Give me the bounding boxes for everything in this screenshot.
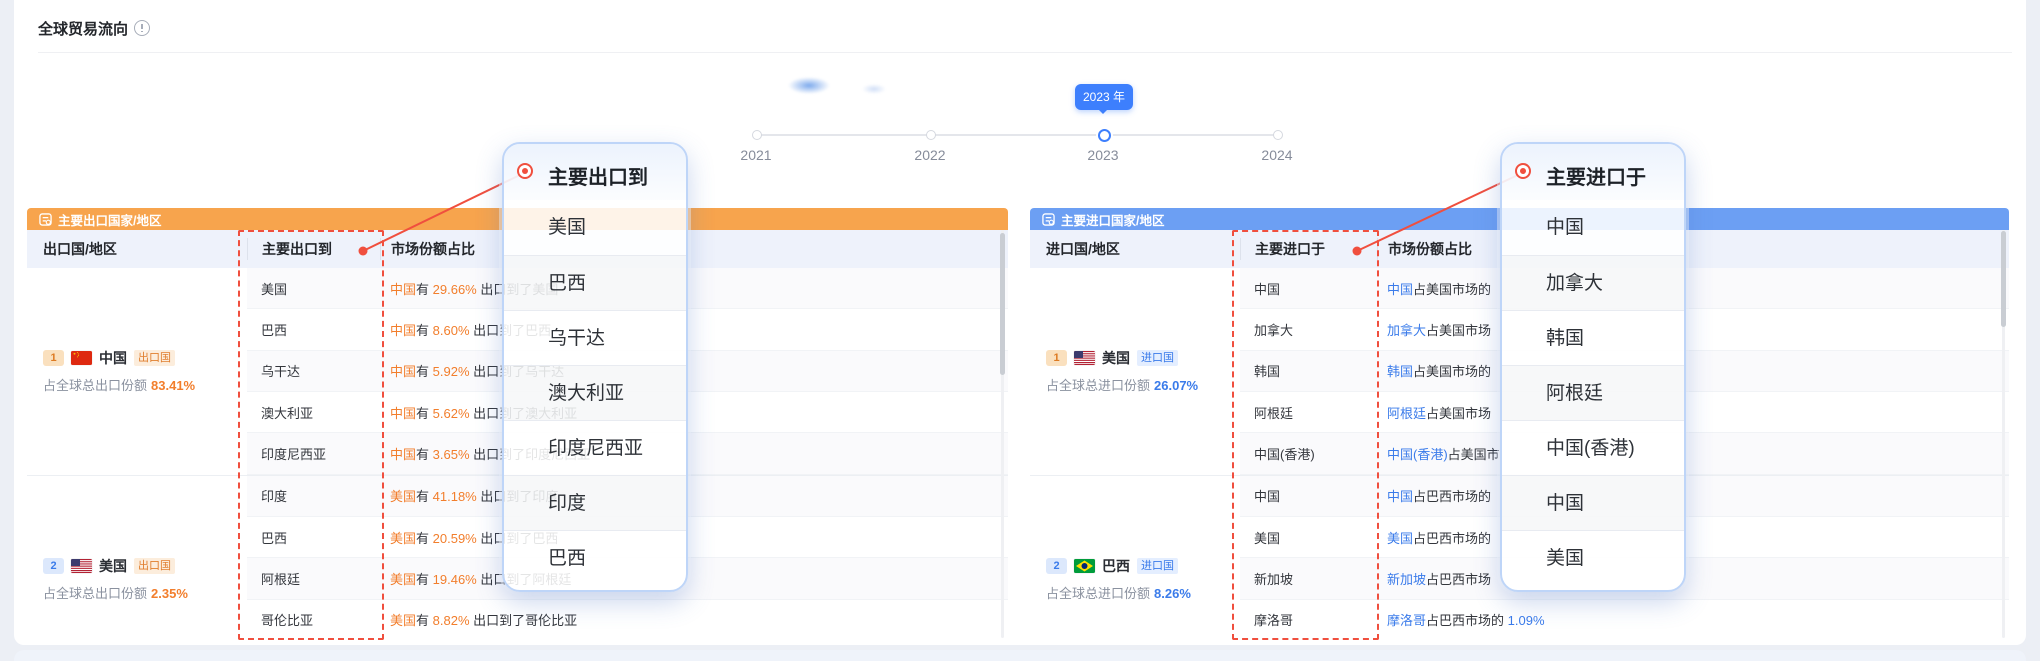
divider bbox=[38, 52, 2012, 53]
popup-item[interactable]: 印度尼西亚 bbox=[504, 420, 686, 475]
page-title: 全球贸易流向 bbox=[38, 18, 150, 39]
year-label[interactable]: 2023 bbox=[1063, 147, 1143, 163]
export-magnifier-popup: 主要出口到 美国 巴西 乌干达 澳大利亚 印度尼西亚 印度 巴西 bbox=[502, 142, 688, 592]
year-slider-dot-2022[interactable] bbox=[926, 130, 936, 140]
col-market-share: 市场份额占比 bbox=[380, 238, 1008, 260]
global-share: 占全球总出口份额83.41% bbox=[43, 375, 247, 394]
popup-item[interactable]: 美国 bbox=[504, 200, 686, 255]
watermark-smudge bbox=[788, 77, 830, 94]
popup-title: 主要进口于 bbox=[1546, 167, 1646, 189]
year-slider-dot-2023[interactable] bbox=[1098, 129, 1111, 142]
popup-item[interactable]: 阿根廷 bbox=[1502, 365, 1684, 420]
target-dot-icon bbox=[517, 163, 533, 179]
flag-us-icon bbox=[71, 559, 92, 573]
year-slider-dot-2024[interactable] bbox=[1273, 130, 1283, 140]
exporter-cell: 2 美国 出口国 占全球总出口份额2.35% bbox=[27, 476, 247, 640]
popup-header: 主要进口于 bbox=[1502, 144, 1684, 200]
export-scrollbar-thumb[interactable] bbox=[1000, 233, 1005, 375]
flag-us-icon bbox=[1074, 351, 1095, 365]
role-badge: 进口国 bbox=[1137, 350, 1178, 366]
popup-item[interactable]: 中国 bbox=[1502, 200, 1684, 255]
page-title-text: 全球贸易流向 bbox=[38, 21, 128, 38]
share-value: 83.41% bbox=[151, 378, 195, 393]
table-list-icon bbox=[39, 213, 52, 226]
import-magnifier-popup: 主要进口于 中国 加拿大 韩国 阿根廷 中国(香港) 中国 美国 bbox=[1500, 142, 1686, 592]
popup-item[interactable]: 巴西 bbox=[504, 530, 686, 585]
rank-badge: 1 bbox=[43, 350, 64, 366]
country-name: 美国 bbox=[1102, 348, 1130, 368]
year-tooltip: 2023 年 bbox=[1075, 84, 1133, 110]
watermark-smudge bbox=[862, 84, 886, 94]
popup-item[interactable]: 印度 bbox=[504, 475, 686, 530]
import-table-title: 主要进口国家/地区 bbox=[1061, 210, 1164, 229]
popup-item[interactable]: 韩国 bbox=[1502, 310, 1684, 365]
country-name: 美国 bbox=[99, 556, 127, 576]
export-column-highlight bbox=[238, 230, 384, 640]
role-badge: 出口国 bbox=[134, 558, 175, 574]
importer-cell: 1 美国 进口国 占全球总进口份额26.07% bbox=[1030, 268, 1240, 475]
global-share: 占全球总出口份额2.35% bbox=[43, 583, 247, 602]
table-list-icon bbox=[1042, 213, 1055, 226]
global-share: 占全球总进口份额26.07% bbox=[1046, 375, 1240, 394]
share-value: 2.35% bbox=[151, 586, 188, 601]
import-scrollbar-thumb[interactable] bbox=[2001, 231, 2006, 327]
share-value: 8.26% bbox=[1154, 586, 1191, 601]
popup-item[interactable]: 中国(香港) bbox=[1502, 420, 1684, 475]
popup-item[interactable]: 乌干达 bbox=[504, 310, 686, 365]
popup-item[interactable]: 中国 bbox=[1502, 475, 1684, 530]
popup-item[interactable]: 澳大利亚 bbox=[504, 365, 686, 420]
importer-cell: 2 巴西 进口国 占全球总进口份额8.26% bbox=[1030, 476, 1240, 640]
col-import-country: 进口国/地区 bbox=[1030, 238, 1240, 260]
popup-title: 主要出口到 bbox=[548, 167, 648, 189]
flag-cn-icon bbox=[71, 351, 92, 365]
role-badge: 出口国 bbox=[134, 350, 175, 366]
export-table-title: 主要出口国家/地区 bbox=[58, 210, 161, 229]
year-tooltip-arrow bbox=[1098, 109, 1108, 119]
country-name: 中国 bbox=[99, 348, 127, 368]
share-value: 26.07% bbox=[1154, 378, 1198, 393]
rank-badge: 2 bbox=[1046, 558, 1067, 574]
year-label[interactable]: 2022 bbox=[890, 147, 970, 163]
info-icon[interactable] bbox=[134, 20, 150, 36]
popup-item[interactable]: 加拿大 bbox=[1502, 255, 1684, 310]
popup-item[interactable]: 巴西 bbox=[504, 255, 686, 310]
global-trade-flow-panel: 全球贸易流向 2021 2022 2023 2024 2023 年 主要出口国家… bbox=[0, 0, 2040, 661]
exporter-cell: 1 中国 出口国 占全球总出口份额83.41% bbox=[27, 268, 247, 475]
rank-badge: 1 bbox=[1046, 350, 1067, 366]
rank-badge: 2 bbox=[43, 558, 64, 574]
popup-item[interactable]: 美国 bbox=[1502, 530, 1684, 585]
year-label[interactable]: 2024 bbox=[1237, 147, 1317, 163]
year-label[interactable]: 2021 bbox=[716, 147, 796, 163]
global-share: 占全球总进口份额8.26% bbox=[1046, 583, 1240, 602]
year-slider-dot-2021[interactable] bbox=[752, 130, 762, 140]
col-market-share: 市场份额占比 bbox=[1377, 238, 2009, 260]
col-export-country: 出口国/地区 bbox=[27, 238, 247, 260]
popup-header: 主要出口到 bbox=[504, 144, 686, 200]
next-section-edge bbox=[14, 650, 2026, 661]
flag-br-icon bbox=[1074, 559, 1095, 573]
year-slider-track[interactable] bbox=[756, 134, 1277, 136]
country-name: 巴西 bbox=[1102, 556, 1130, 576]
role-badge: 进口国 bbox=[1137, 558, 1178, 574]
target-dot-icon bbox=[1515, 163, 1531, 179]
import-column-highlight bbox=[1232, 230, 1379, 640]
